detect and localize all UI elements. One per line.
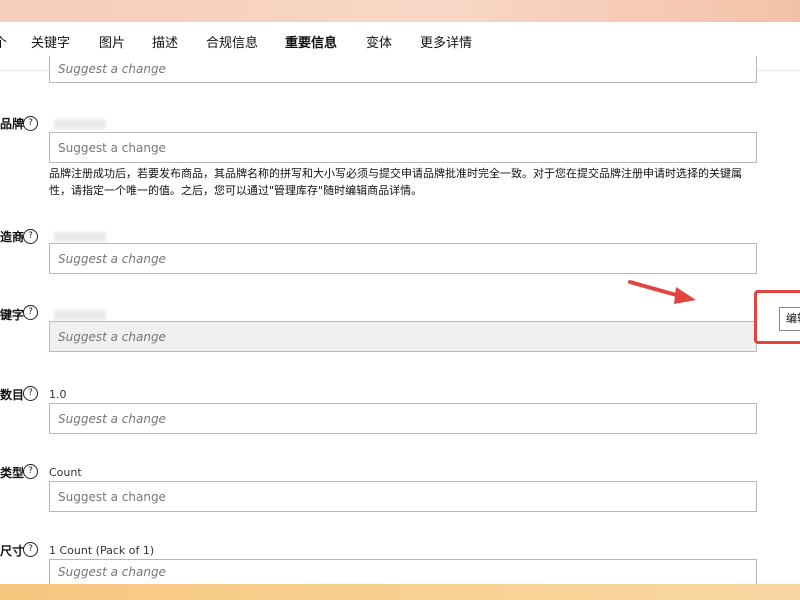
brand-input[interactable]	[49, 132, 757, 163]
redacted-value	[54, 310, 106, 320]
help-icon[interactable]: ?	[23, 542, 38, 557]
type-label: 类型	[0, 466, 25, 480]
size-label: 尺寸	[0, 544, 25, 558]
size-input[interactable]	[49, 559, 757, 584]
type-input[interactable]	[49, 481, 757, 512]
manufacturer-input[interactable]	[49, 243, 757, 274]
brand-description: 品牌注册成功后，若要发布商品，其品牌名称的拼写和大小写必须与提交申请品牌批准时完…	[49, 167, 742, 197]
help-icon[interactable]: ?	[23, 386, 38, 401]
manufacturer-label: 造商	[0, 230, 25, 244]
help-icon[interactable]: ?	[23, 229, 38, 244]
tab-cut-off[interactable]: 个	[0, 22, 7, 70]
keyword-label: 键字	[0, 308, 25, 322]
quantity-current-value: 1.0	[49, 388, 67, 401]
redacted-value	[54, 119, 106, 129]
quantity-label: 数目	[0, 388, 25, 402]
help-icon[interactable]: ?	[23, 305, 38, 320]
redacted-value	[54, 232, 106, 242]
size-current-value: 1 Count (Pack of 1)	[49, 544, 155, 557]
help-icon[interactable]: ?	[23, 116, 38, 131]
type-current-value: Count	[49, 466, 82, 479]
top-image-strip	[0, 0, 800, 22]
bottom-image-strip	[0, 584, 800, 600]
edit-button[interactable]: 编辑	[779, 307, 800, 331]
top-partial-input[interactable]	[49, 56, 757, 83]
red-arrow-annotation	[628, 280, 696, 304]
keyword-input	[49, 321, 757, 352]
help-icon[interactable]: ?	[23, 464, 38, 479]
quantity-input[interactable]	[49, 403, 757, 434]
brand-label: 品牌	[0, 117, 25, 131]
